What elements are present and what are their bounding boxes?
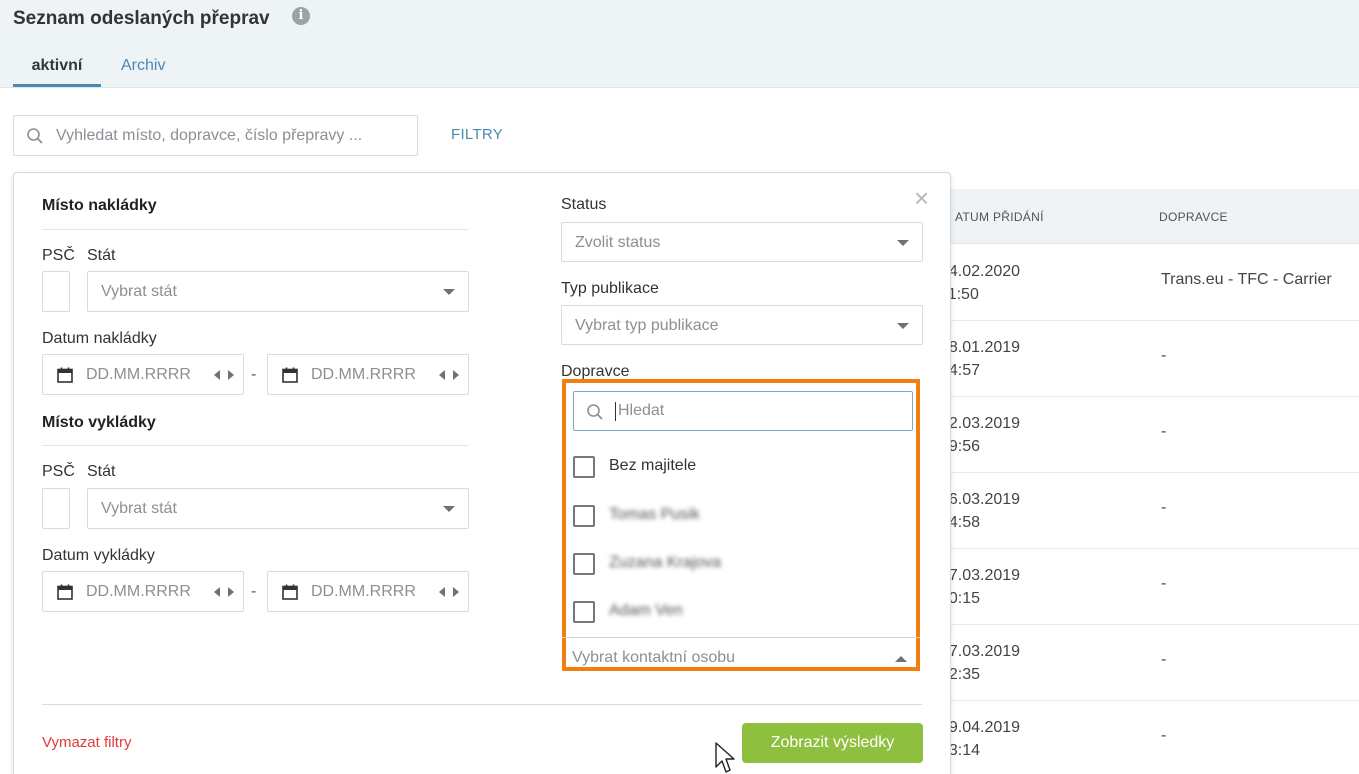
row-carrier: - xyxy=(1161,575,1167,592)
calendar-icon xyxy=(282,367,298,383)
search-icon xyxy=(27,128,43,144)
loading-state-label: Stát xyxy=(87,247,116,264)
stepper-arrows-icon[interactable] xyxy=(214,587,234,597)
close-icon[interactable]: × xyxy=(914,185,929,211)
stepper-arrows-icon[interactable] xyxy=(439,587,459,597)
chevron-up-icon[interactable] xyxy=(895,656,907,662)
calendar-icon xyxy=(282,584,298,600)
row-carrier: - xyxy=(1161,423,1167,440)
page-header: Seznam odeslaných přeprav i aktivní Arch… xyxy=(0,0,1359,88)
info-icon[interactable]: i xyxy=(292,7,310,25)
dropdown-search-placeholder: Hledat xyxy=(618,402,665,419)
search-icon xyxy=(587,404,603,420)
loading-place-title: Místo nakládky xyxy=(42,197,157,214)
chevron-down-icon xyxy=(443,289,455,295)
column-header-carrier[interactable]: DOPRAVCE xyxy=(1159,210,1228,224)
row-carrier: - xyxy=(1161,727,1167,744)
table-row[interactable]: 18.01.2019 14:57 - xyxy=(930,321,1359,397)
option-label: Bez majitele xyxy=(609,457,697,474)
unloading-state-select[interactable]: Vybrat stát xyxy=(87,488,469,529)
search-input[interactable]: Vyhledat místo, dopravce, číslo přepravy… xyxy=(13,115,418,156)
unloading-psc-label: PSČ xyxy=(42,463,75,480)
filters-toggle[interactable]: FILTRY xyxy=(451,126,503,143)
range-separator: - xyxy=(251,366,257,383)
loading-date-from[interactable]: DD.MM.RRRR xyxy=(42,354,244,395)
show-results-button[interactable]: Zobrazit výsledky xyxy=(742,723,923,763)
range-separator: - xyxy=(251,583,257,600)
row-date: 27.03.2019 12:35 xyxy=(940,643,1021,683)
publication-type-placeholder: Vybrat typ publikace xyxy=(575,317,719,334)
unloading-place-title: Místo vykládky xyxy=(42,414,156,431)
table-row[interactable]: 04.02.2020 11:50 Trans.eu - TFC - Carrie… xyxy=(930,245,1359,321)
loading-date-to[interactable]: DD.MM.RRRR xyxy=(267,354,469,395)
contact-person-dropdown: Hledat Bez majitele Tomas Pusik Zuzana K… xyxy=(562,379,920,671)
status-placeholder: Zvolit status xyxy=(575,234,661,251)
row-date: 18.01.2019 14:57 xyxy=(940,339,1021,379)
status-label: Status xyxy=(561,196,607,213)
contact-person-placeholder[interactable]: Vybrat kontaktní osobu xyxy=(572,649,735,667)
loading-psc-input[interactable] xyxy=(42,271,70,312)
divider xyxy=(42,445,469,446)
checkbox[interactable] xyxy=(573,601,595,623)
dropdown-search-input[interactable]: Hledat xyxy=(573,391,913,431)
unloading-state-placeholder: Vybrat stát xyxy=(101,500,177,517)
loading-state-placeholder: Vybrat stát xyxy=(101,283,177,300)
checkbox[interactable] xyxy=(573,456,595,478)
divider xyxy=(562,637,920,638)
filter-panel: × Místo nakládky PSČ Stát Vybrat stát Da… xyxy=(13,172,951,774)
tab-archive[interactable]: Archiv xyxy=(121,57,165,75)
row-carrier: Trans.eu - TFC - Carrier xyxy=(1161,271,1332,288)
checkbox[interactable] xyxy=(573,553,595,575)
row-date: 22.03.2019 09:56 xyxy=(940,415,1021,455)
date-placeholder: DD.MM.RRRR xyxy=(86,366,191,383)
table-row[interactable]: 26.03.2019 14:58 - xyxy=(930,473,1359,549)
table-header: ATUM PŘIDÁNÍ DOPRAVCE xyxy=(930,189,1359,244)
search-placeholder: Vyhledat místo, dopravce, číslo přepravy… xyxy=(56,127,363,144)
calendar-icon xyxy=(57,367,73,383)
option-label: Tomas Pusik xyxy=(609,506,700,523)
status-select[interactable]: Zvolit status xyxy=(561,222,923,262)
divider xyxy=(42,229,469,230)
date-placeholder: DD.MM.RRRR xyxy=(86,583,191,600)
unloading-date-from[interactable]: DD.MM.RRRR xyxy=(42,571,244,612)
mouse-cursor-icon xyxy=(715,742,735,773)
loading-psc-label: PSČ xyxy=(42,247,75,264)
row-carrier: - xyxy=(1161,499,1167,516)
table-row[interactable]: 09.04.2019 13:14 - xyxy=(930,701,1359,774)
row-date: 26.03.2019 14:58 xyxy=(940,491,1021,531)
date-placeholder: DD.MM.RRRR xyxy=(311,366,416,383)
text-cursor xyxy=(615,402,616,421)
chevron-down-icon xyxy=(897,240,909,246)
divider xyxy=(42,704,922,705)
publication-type-label: Typ publikace xyxy=(561,280,659,297)
row-date: 27.03.2019 10:15 xyxy=(940,567,1021,607)
chevron-down-icon xyxy=(897,323,909,329)
page-title: Seznam odeslaných přeprav xyxy=(13,8,270,29)
stepper-arrows-icon[interactable] xyxy=(439,370,459,380)
stepper-arrows-icon[interactable] xyxy=(214,370,234,380)
table-row[interactable]: 22.03.2019 09:56 - xyxy=(930,397,1359,473)
tab-active[interactable]: aktivní xyxy=(13,57,101,87)
loading-state-select[interactable]: Vybrat stát xyxy=(87,271,469,312)
clear-filters-link[interactable]: Vymazat filtry xyxy=(42,734,131,751)
option-label: Adam Ven xyxy=(609,602,683,619)
table-row[interactable]: 27.03.2019 10:15 - xyxy=(930,549,1359,625)
table-row[interactable]: 27.03.2019 12:35 - xyxy=(930,625,1359,701)
loading-date-label: Datum nakládky xyxy=(42,330,157,347)
calendar-icon xyxy=(57,584,73,600)
unloading-state-label: Stát xyxy=(87,463,116,480)
row-carrier: - xyxy=(1161,651,1167,668)
option-label: Zuzana Krajova xyxy=(609,554,722,571)
publication-type-select[interactable]: Vybrat typ publikace xyxy=(561,305,923,345)
chevron-down-icon xyxy=(443,506,455,512)
row-date: 09.04.2019 13:14 xyxy=(940,719,1021,759)
unloading-psc-input[interactable] xyxy=(42,488,70,529)
date-placeholder: DD.MM.RRRR xyxy=(311,583,416,600)
column-header-date[interactable]: ATUM PŘIDÁNÍ xyxy=(955,210,1044,224)
checkbox[interactable] xyxy=(573,505,595,527)
row-date: 04.02.2020 11:50 xyxy=(940,263,1021,303)
unloading-date-to[interactable]: DD.MM.RRRR xyxy=(267,571,469,612)
unloading-date-label: Datum vykládky xyxy=(42,547,155,564)
row-carrier: - xyxy=(1161,347,1167,364)
